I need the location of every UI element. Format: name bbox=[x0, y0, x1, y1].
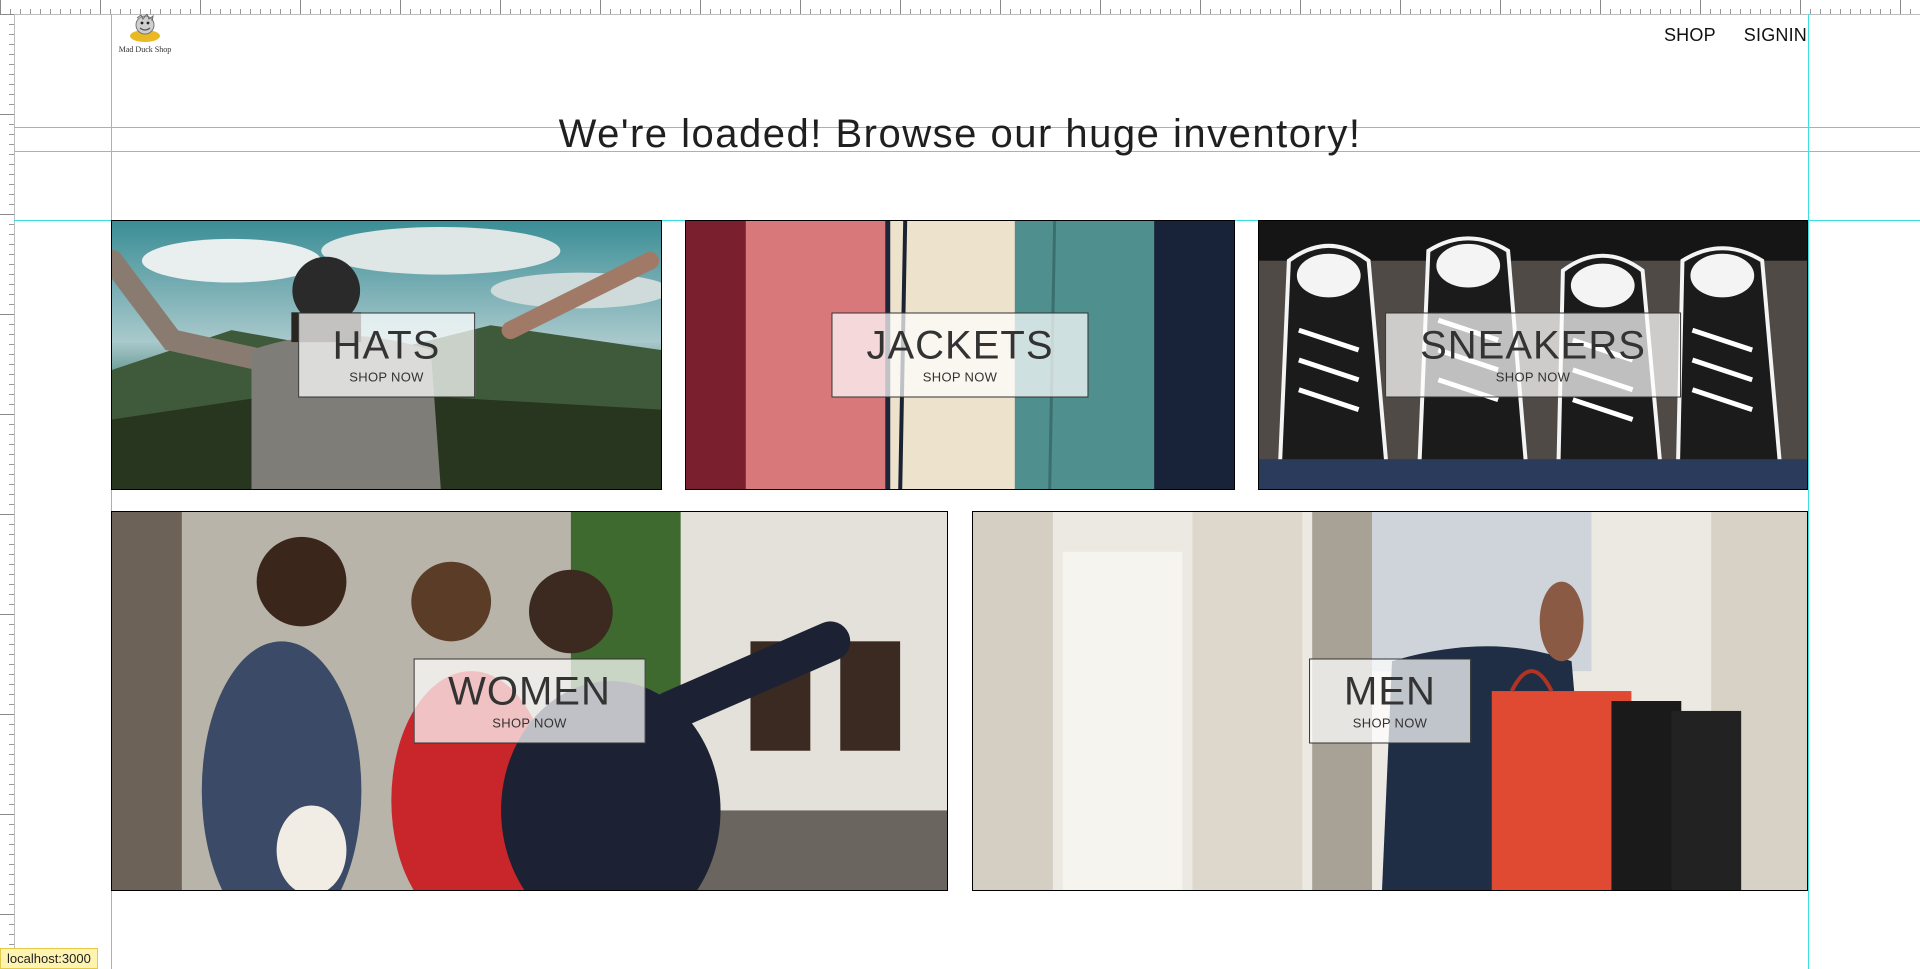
shop-now-label: SHOP NOW bbox=[349, 369, 424, 385]
sneakers-label-box: SNEAKERS SHOP NOW bbox=[1385, 312, 1681, 398]
shop-now-label: SHOP NOW bbox=[1495, 369, 1571, 385]
vertical-ruler bbox=[0, 14, 15, 969]
women-label-box: WOMEN SHOP NOW bbox=[413, 658, 646, 744]
category-tile-sneakers[interactable]: SNEAKERS SHOP NOW bbox=[1258, 220, 1808, 490]
logo[interactable]: Mad Duck Shop bbox=[116, 14, 174, 60]
tile-title: JACKETS bbox=[866, 323, 1054, 368]
men-label-box: MEN SHOP NOW bbox=[1309, 658, 1471, 744]
shop-now-label: SHOP NOW bbox=[922, 369, 998, 385]
hats-label-box: HATS SHOP NOW bbox=[297, 312, 476, 398]
nav-shop-link[interactable]: SHOP bbox=[1664, 25, 1716, 46]
category-tile-hats[interactable]: HATS SHOP NOW bbox=[111, 220, 662, 490]
status-bar-url: localhost:3000 bbox=[0, 948, 98, 969]
nav-signin-link[interactable]: SIGNIN bbox=[1744, 25, 1807, 46]
shop-now-label: SHOP NOW bbox=[1352, 715, 1428, 731]
tile-title: WOMEN bbox=[448, 669, 611, 714]
category-tile-jackets[interactable]: JACKETS SHOP NOW bbox=[685, 220, 1235, 490]
duck-logo-icon bbox=[130, 14, 160, 42]
layout-guide-right bbox=[1808, 14, 1809, 969]
logo-text: Mad Duck Shop bbox=[118, 45, 172, 54]
jackets-label-box: JACKETS SHOP NOW bbox=[831, 312, 1089, 398]
shop-now-label: SHOP NOW bbox=[492, 715, 567, 731]
horizontal-ruler bbox=[0, 0, 1920, 15]
category-tile-women[interactable]: WOMEN SHOP NOW bbox=[111, 511, 948, 891]
tile-title: SNEAKERS bbox=[1420, 323, 1646, 368]
tile-title: HATS bbox=[332, 323, 441, 368]
category-tile-men[interactable]: MEN SHOP NOW bbox=[972, 511, 1808, 891]
tile-title: MEN bbox=[1344, 669, 1436, 714]
page-headline: We're loaded! Browse our huge inventory! bbox=[558, 112, 1362, 156]
main-nav: SHOP SIGNIN bbox=[1664, 25, 1807, 46]
